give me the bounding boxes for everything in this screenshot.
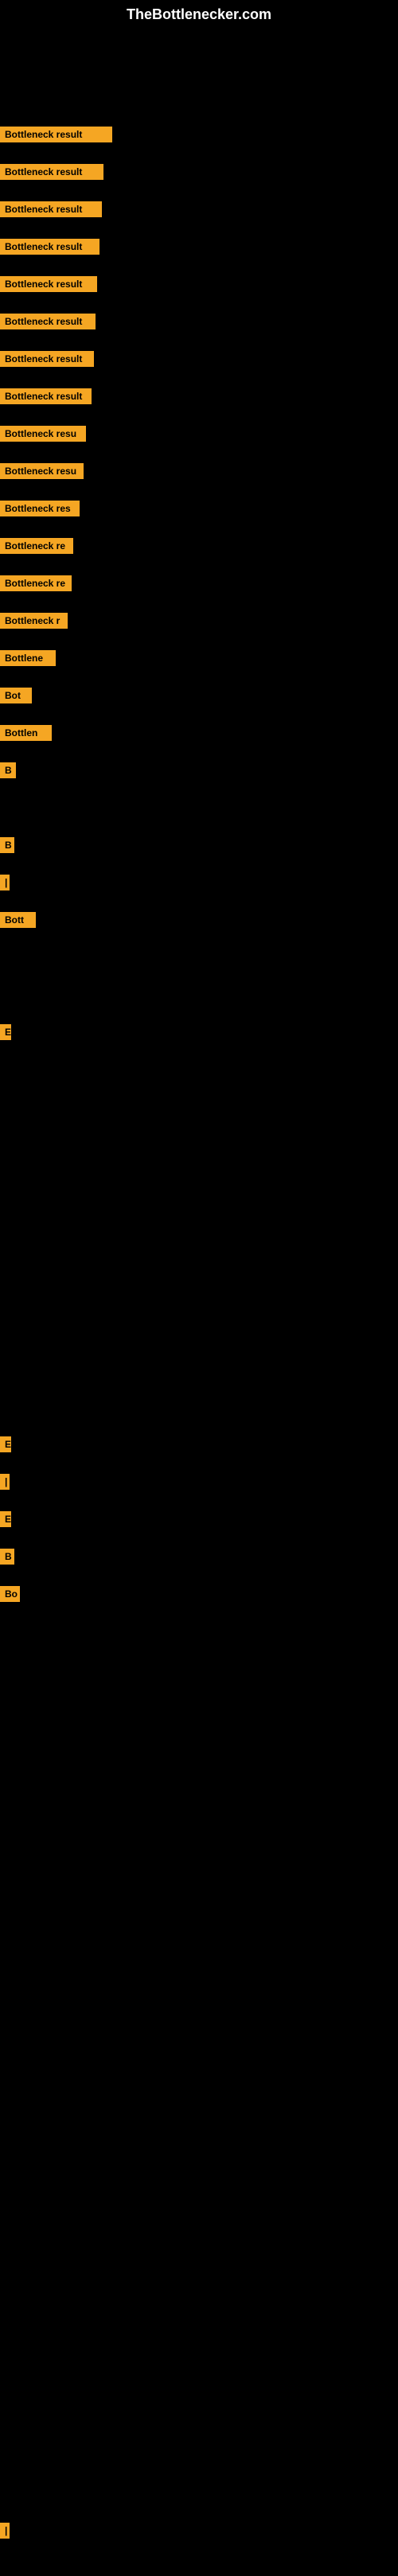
bar-row-3: Bottleneck result <box>0 201 102 221</box>
bottleneck-bar-14[interactable]: Bottleneck r <box>0 613 68 629</box>
bar-row-7: Bottleneck result <box>0 351 94 371</box>
bottleneck-bar-22[interactable]: E <box>0 1024 11 1040</box>
bar-row-24: | <box>0 1474 10 1494</box>
bar-row-9: Bottleneck resu <box>0 426 86 446</box>
bar-row-28: | <box>0 2523 10 2543</box>
bottleneck-bar-24[interactable]: | <box>0 1474 10 1490</box>
bar-row-21: Bott <box>0 912 36 932</box>
bar-row-18: B <box>0 762 16 782</box>
bottleneck-bar-3[interactable]: Bottleneck result <box>0 201 102 217</box>
bar-row-11: Bottleneck res <box>0 501 80 520</box>
bottleneck-bar-17[interactable]: Bottlen <box>0 725 52 741</box>
bottleneck-bar-27[interactable]: Bo <box>0 1586 20 1602</box>
bar-row-8: Bottleneck result <box>0 388 92 408</box>
bar-row-4: Bottleneck result <box>0 239 100 259</box>
bottleneck-bar-19[interactable]: B <box>0 837 14 853</box>
bar-row-13: Bottleneck re <box>0 575 72 595</box>
bottleneck-bar-23[interactable]: E <box>0 1436 11 1452</box>
bottleneck-bar-26[interactable]: B <box>0 1549 14 1565</box>
bar-row-22: E <box>0 1024 11 1044</box>
bar-row-1: Bottleneck result <box>0 127 112 146</box>
bar-row-14: Bottleneck r <box>0 613 68 633</box>
bottleneck-bar-9[interactable]: Bottleneck resu <box>0 426 86 442</box>
bottleneck-bar-10[interactable]: Bottleneck resu <box>0 463 84 479</box>
bar-row-2: Bottleneck result <box>0 164 103 184</box>
bottleneck-bar-28[interactable]: | <box>0 2523 10 2539</box>
bar-row-26: B <box>0 1549 14 1569</box>
bottleneck-bar-7[interactable]: Bottleneck result <box>0 351 94 367</box>
bottleneck-bar-15[interactable]: Bottlene <box>0 650 56 666</box>
bar-row-6: Bottleneck result <box>0 314 96 333</box>
bar-row-10: Bottleneck resu <box>0 463 84 483</box>
bar-row-17: Bottlen <box>0 725 52 745</box>
bar-row-23: E <box>0 1436 11 1456</box>
bottleneck-bar-11[interactable]: Bottleneck res <box>0 501 80 516</box>
bar-row-15: Bottlene <box>0 650 56 670</box>
bottleneck-bar-21[interactable]: Bott <box>0 912 36 928</box>
bottleneck-bar-20[interactable]: | <box>0 875 10 890</box>
bottleneck-bar-16[interactable]: Bot <box>0 688 32 703</box>
bottleneck-bar-1[interactable]: Bottleneck result <box>0 127 112 142</box>
bar-row-16: Bot <box>0 688 32 707</box>
bottleneck-bar-13[interactable]: Bottleneck re <box>0 575 72 591</box>
site-title: TheBottlenecker.com <box>0 0 398 29</box>
bottleneck-bar-2[interactable]: Bottleneck result <box>0 164 103 180</box>
bar-row-27: Bo <box>0 1586 20 1606</box>
bar-row-25: E <box>0 1511 11 1531</box>
bottleneck-bar-5[interactable]: Bottleneck result <box>0 276 97 292</box>
bottleneck-bar-8[interactable]: Bottleneck result <box>0 388 92 404</box>
bottleneck-bar-4[interactable]: Bottleneck result <box>0 239 100 255</box>
bar-row-19: B <box>0 837 14 857</box>
bottleneck-bar-25[interactable]: E <box>0 1511 11 1527</box>
bottleneck-bar-6[interactable]: Bottleneck result <box>0 314 96 329</box>
bottleneck-bar-12[interactable]: Bottleneck re <box>0 538 73 554</box>
bar-row-12: Bottleneck re <box>0 538 73 558</box>
bottleneck-bar-18[interactable]: B <box>0 762 16 778</box>
bar-row-5: Bottleneck result <box>0 276 97 296</box>
bar-row-20: | <box>0 875 10 894</box>
